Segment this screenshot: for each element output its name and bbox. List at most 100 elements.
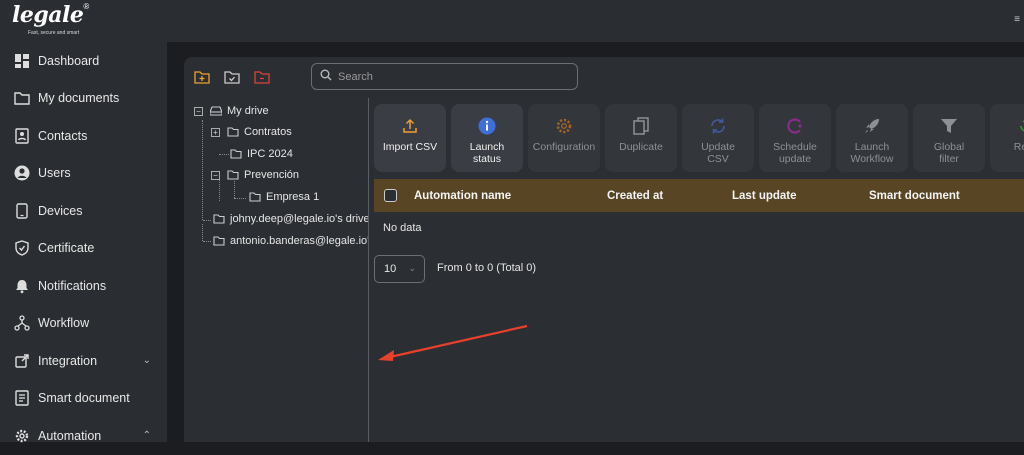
action-bar: Import CSV Launch status Configuration D… <box>374 104 1024 172</box>
schedule-icon <box>786 115 804 137</box>
launch-workflow-button[interactable]: Launch Workflow <box>836 104 908 172</box>
sidebar-item-label: Workflow <box>38 316 90 331</box>
contacts-icon <box>14 128 30 144</box>
tree-node-label: Contratos <box>244 126 292 138</box>
global-filter-button[interactable]: Global filter <box>913 104 985 172</box>
import-csv-button[interactable]: Import CSV <box>374 104 446 172</box>
tree-node-johny-drive[interactable]: johny.deep@legale.io's drive <box>213 210 369 228</box>
sidebar-item-label: Devices <box>38 203 83 218</box>
tree-node-label: Prevención <box>244 169 300 181</box>
sidebar-item-integration[interactable]: Integration ⌄ <box>0 342 167 380</box>
search-input[interactable] <box>338 70 568 83</box>
top-bar: ≡ <box>167 0 1024 42</box>
chevron-up-icon[interactable]: ⌃ <box>143 430 151 441</box>
sidebar-item-workflow[interactable]: Workflow <box>0 305 167 343</box>
info-icon <box>478 115 496 137</box>
sidebar-nav: Dashboard My documents Contacts Users De… <box>0 42 167 455</box>
sidebar-item-label: Contacts <box>38 128 88 143</box>
sidebar-item-label: Users <box>38 166 71 181</box>
search-icon <box>320 68 332 86</box>
select-all-checkbox[interactable] <box>384 189 397 202</box>
annotation-arrow <box>378 324 528 361</box>
sidebar-item-smart-document[interactable]: Smart document <box>0 380 167 418</box>
reset-icon <box>1017 115 1024 137</box>
sidebar-item-automation[interactable]: Automation ⌃ <box>0 417 167 455</box>
table-header: Automation name Created at Last update S… <box>374 179 1024 212</box>
sidebar-item-label: Integration <box>38 353 98 368</box>
new-folder-icon[interactable] <box>192 67 212 87</box>
tablet-icon <box>14 203 30 219</box>
folder-icon <box>227 170 239 180</box>
rocket-icon <box>863 115 881 137</box>
sidebar-item-contacts[interactable]: Contacts <box>0 117 167 155</box>
folder-toolbar <box>192 63 272 91</box>
tree-node-label: IPC 2024 <box>247 148 293 160</box>
tree-node-contratos[interactable]: + Contratos <box>211 123 292 141</box>
folder-icon <box>230 149 242 159</box>
upload-icon <box>402 115 418 137</box>
launch-status-button[interactable]: Launch status <box>451 104 523 172</box>
sidebar-item-certificate[interactable]: Certificate <box>0 230 167 268</box>
column-automation-name[interactable]: Automation name <box>414 190 511 202</box>
tree-node-label: johny.deep@legale.io's drive <box>230 213 369 225</box>
tree-node-ipc-2024[interactable]: IPC 2024 <box>230 145 293 163</box>
chevron-down-icon: ⌄ <box>408 263 416 273</box>
search-field[interactable] <box>311 63 578 90</box>
expand-toggle[interactable]: + <box>211 127 220 137</box>
column-last-update[interactable]: Last update <box>732 190 797 202</box>
user-icon <box>14 165 30 181</box>
sidebar-item-notifications[interactable]: Notifications <box>0 267 167 305</box>
page-size-value: 10 <box>384 263 397 275</box>
user-menu-icon[interactable]: ≡ <box>1014 14 1020 25</box>
folder-icon <box>213 214 225 224</box>
sidebar-item-dashboard[interactable]: Dashboard <box>0 42 167 80</box>
column-created-at[interactable]: Created at <box>607 190 663 202</box>
configuration-button[interactable]: Configuration <box>528 104 600 172</box>
folder-icon <box>249 192 261 202</box>
external-link-icon <box>14 353 30 369</box>
gear-icon <box>14 428 30 444</box>
duplicate-button[interactable]: Duplicate <box>605 104 677 172</box>
empty-state-text: No data <box>383 222 422 234</box>
collapse-toggle[interactable]: − <box>211 170 220 180</box>
tree-node-label: Empresa 1 <box>266 191 320 203</box>
brand-tagline: Fast, secure and smart <box>28 30 80 36</box>
filter-icon <box>940 115 958 137</box>
tree-node-my-drive[interactable]: − My drive <box>194 102 269 120</box>
folder-icon <box>227 127 239 137</box>
smart-doc-icon <box>14 390 30 406</box>
folder-check-icon[interactable] <box>222 67 242 87</box>
workflow-icon <box>14 315 30 331</box>
schedule-update-button[interactable]: Schedule update <box>759 104 831 172</box>
reset-button[interactable]: Rese <box>990 104 1024 172</box>
pagination-info: From 0 to 0 (Total 0) <box>437 262 537 274</box>
tree-node-empresa-1[interactable]: Empresa 1 <box>249 188 319 206</box>
drive-icon <box>210 106 222 116</box>
brand-name: legale <box>12 2 84 28</box>
shield-check-icon <box>14 240 30 256</box>
page-size-select[interactable]: 10 ⌄ <box>374 255 425 283</box>
update-csv-button[interactable]: Update CSV <box>682 104 754 172</box>
tree-node-prevencion[interactable]: − Prevención <box>211 166 299 184</box>
sidebar-item-users[interactable]: Users <box>0 155 167 193</box>
brand-logo[interactable]: legale® Fast, secure and smart <box>12 2 132 40</box>
tree-node-label: antonio.banderas@legale.io's d <box>230 235 369 247</box>
sync-icon <box>709 115 727 137</box>
sidebar-item-label: Notifications <box>38 278 107 293</box>
sidebar-item-label: Dashboard <box>38 53 100 68</box>
column-smart-document[interactable]: Smart document <box>869 190 960 202</box>
folder-tree: − My drive + Contratos IPC 2024 − Preven… <box>186 98 369 442</box>
dashboard-icon <box>14 53 30 69</box>
delete-folder-icon[interactable] <box>252 67 272 87</box>
chevron-down-icon[interactable]: ⌄ <box>143 355 151 366</box>
collapse-toggle[interactable]: − <box>194 106 203 116</box>
sidebar-item-my-documents[interactable]: My documents <box>0 80 167 118</box>
bell-icon <box>14 278 30 294</box>
sidebar: legale® Fast, secure and smart Dashboard… <box>0 0 167 443</box>
sidebar-item-devices[interactable]: Devices <box>0 192 167 230</box>
tree-node-antonio-drive[interactable]: antonio.banderas@legale.io's d <box>213 232 369 250</box>
folder-icon <box>14 90 30 106</box>
sidebar-item-label: My documents <box>38 91 120 106</box>
copy-icon <box>633 115 649 137</box>
sidebar-item-label: Certificate <box>38 241 95 256</box>
